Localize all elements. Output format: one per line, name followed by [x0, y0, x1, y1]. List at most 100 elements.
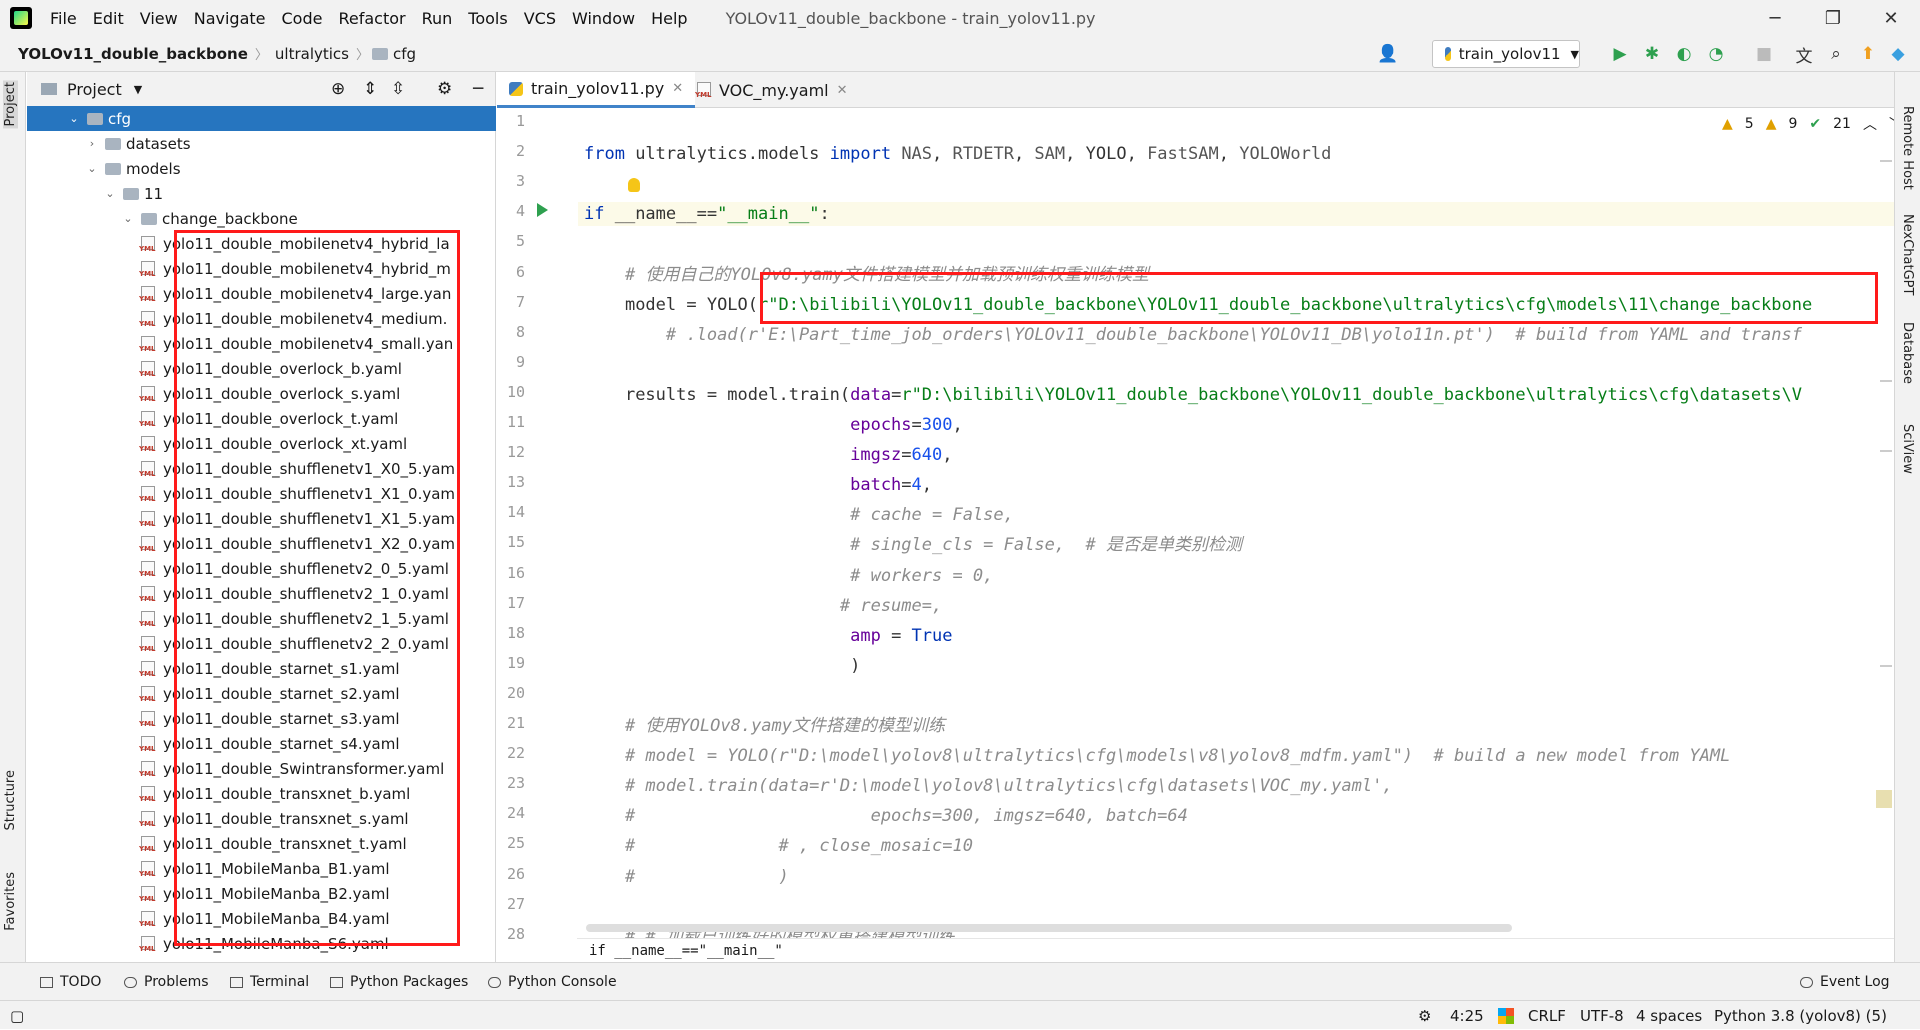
tree-folder[interactable]: ⌄ cfg	[27, 106, 496, 131]
user-icon[interactable]: 👤	[1376, 42, 1400, 66]
code-editor[interactable]: from ultralytics.models import NAS, RTDE…	[578, 108, 1894, 938]
error-stripe-mark[interactable]	[1880, 450, 1892, 452]
hide-panel-icon[interactable]: ─	[473, 79, 483, 99]
code-line[interactable]: )	[584, 654, 860, 678]
chevron-up-icon[interactable]: ︿	[1863, 114, 1877, 134]
python-console-tool-button[interactable]: Python Console	[488, 963, 617, 1001]
file-encoding[interactable]: UTF-8	[1580, 1001, 1624, 1030]
close-window-button[interactable]: ✕	[1868, 0, 1914, 36]
indent-setting[interactable]: 4 spaces	[1636, 1001, 1702, 1030]
menu-refactor[interactable]: Refactor	[330, 9, 413, 28]
inspection-widget[interactable]: ▲5 ▲9 ✔21 ︿ ﹀	[1722, 114, 1903, 134]
breadcrumb-cfg[interactable]: cfg	[393, 45, 420, 63]
code-line[interactable]: if __name__=="__main__":	[578, 202, 1894, 227]
chevron-down-icon[interactable]: ⌄	[67, 112, 81, 125]
menu-code[interactable]: Code	[274, 9, 331, 28]
code-line[interactable]: # .load(r'E:\Part_time_job_orders\YOLOv1…	[584, 323, 1802, 347]
code-line[interactable]: # epochs=300, imgsz=640, batch=64	[584, 804, 1188, 828]
remote-host-tool-tab[interactable]: Remote Host	[1900, 106, 1915, 190]
line-separator[interactable]: CRLF	[1528, 1001, 1566, 1030]
caret-position[interactable]: 4:25	[1450, 1001, 1484, 1030]
code-line[interactable]: # cache = False,	[584, 503, 1014, 527]
breadcrumb-ultralytics[interactable]: ultralytics	[271, 45, 353, 63]
menu-view[interactable]: View	[132, 9, 186, 28]
structure-tool-tab[interactable]: Structure	[3, 770, 18, 830]
stop-icon[interactable]: ■	[1752, 42, 1776, 66]
code-line[interactable]: # workers = 0,	[584, 564, 993, 588]
error-stripe-mark[interactable]	[1880, 380, 1892, 382]
menu-run[interactable]: Run	[414, 9, 461, 28]
code-line[interactable]: # single_cls = False, # 是否是单类别检测	[584, 533, 1242, 557]
code-line[interactable]: epochs=300,	[584, 413, 963, 437]
error-stripe-mark[interactable]	[1880, 665, 1892, 667]
code-line[interactable]: # model.train(data=r'D:\model\yolov8\ult…	[584, 774, 1393, 798]
database-tool-tab[interactable]: Database	[1900, 322, 1915, 384]
expand-all-icon[interactable]: ⇕	[363, 79, 377, 99]
menu-file[interactable]: File	[42, 9, 85, 28]
code-line[interactable]: from ultralytics.models import NAS, RTDE…	[584, 142, 1331, 166]
locate-icon[interactable]: ⊕	[331, 79, 345, 99]
translate-icon[interactable]: 文	[1792, 42, 1816, 67]
project-tool-tab[interactable]: Project	[3, 80, 18, 129]
tree-folder[interactable]: ⌄ change_backbone	[27, 206, 496, 231]
python-packages-tool-button[interactable]: Python Packages	[330, 963, 468, 1001]
breadcrumb-project[interactable]: YOLOv11_double_backbone	[14, 45, 252, 63]
menu-window[interactable]: Window	[564, 9, 643, 28]
menu-help[interactable]: Help	[643, 9, 695, 28]
chevron-down-icon[interactable]: ⌄	[121, 212, 135, 225]
code-line[interactable]: amp = True	[584, 624, 952, 648]
debug-icon[interactable]: ✱	[1640, 42, 1664, 66]
close-icon[interactable]: ✕	[837, 83, 848, 98]
problems-tool-button[interactable]: Problems	[124, 963, 209, 1001]
code-line[interactable]: imgsz=640,	[584, 443, 952, 467]
close-icon[interactable]: ✕	[672, 81, 683, 96]
chevron-down-icon[interactable]: ▼	[134, 83, 142, 96]
tab-train-yolov11[interactable]: train_yolov11.py ✕	[497, 72, 696, 108]
run-gutter-icon[interactable]	[537, 203, 548, 217]
code-line[interactable]: batch=4,	[584, 473, 932, 497]
tab-voc-my[interactable]: VOC_my.yaml ✕	[683, 72, 860, 108]
run-configuration-select[interactable]: train_yolov11 ▼	[1432, 40, 1580, 68]
todo-tool-button[interactable]: TODO	[40, 963, 101, 1001]
tree-folder[interactable]: ⌄ 11	[27, 181, 496, 206]
menu-vcs[interactable]: VCS	[516, 9, 564, 28]
code-line[interactable]: results = model.train(data=r"D:\bilibili…	[584, 383, 1802, 407]
event-log-button[interactable]: Event Log	[1800, 963, 1890, 1001]
code-line[interactable]: # )	[584, 865, 789, 889]
favorites-tool-tab[interactable]: Favorites	[3, 872, 18, 931]
search-icon[interactable]: ⌕	[1824, 42, 1848, 66]
nexchatgpt-tool-tab[interactable]: NexChatGPT	[1900, 214, 1915, 295]
code-line[interactable]: # 使用YOLOv8.yamy文件搭建的模型训练	[584, 714, 945, 738]
run-icon[interactable]: ▶	[1608, 42, 1632, 66]
minimize-button[interactable]: ─	[1752, 0, 1798, 36]
sciview-tool-tab[interactable]: SciView	[1900, 424, 1915, 474]
update-icon[interactable]: ⬆	[1856, 42, 1880, 66]
code-line[interactable]: # resume=,	[584, 594, 942, 618]
code-breadcrumb[interactable]: if __name__=="__main__"	[577, 938, 1894, 962]
menu-tools[interactable]: Tools	[460, 9, 515, 28]
editor-horizontal-scrollbar[interactable]	[586, 924, 1512, 932]
error-stripe-mark[interactable]	[1880, 160, 1892, 162]
git-icon[interactable]: ⚙	[1418, 1001, 1431, 1030]
terminal-tool-button[interactable]: Terminal	[230, 963, 309, 1001]
tree-folder[interactable]: › datasets	[27, 131, 496, 156]
tree-folder[interactable]: ⌄ models	[27, 156, 496, 181]
collapse-all-icon[interactable]: ⇳	[391, 79, 405, 99]
chevron-down-icon[interactable]: ⌄	[103, 187, 117, 200]
gear-icon[interactable]: ⚙	[437, 79, 452, 99]
menu-edit[interactable]: Edit	[85, 9, 132, 28]
layout-icon[interactable]: ▢	[10, 1001, 24, 1030]
profile-icon[interactable]: ◔	[1704, 42, 1728, 66]
plugin-icon[interactable]: ◆	[1886, 42, 1910, 66]
scroll-marker[interactable]	[1876, 790, 1892, 808]
menu-navigate[interactable]: Navigate	[186, 9, 274, 28]
code-line[interactable]: # model = YOLO(r"D:\model\yolov8\ultraly…	[584, 744, 1730, 768]
code-line[interactable]: # # , close_mosaic=10	[584, 834, 973, 858]
editor-gutter[interactable]: 1 2 3 4 5 6 7 8 9 10 11 12 13 14 15 16 17 18 19 20 21 22 23 24 2…	[497, 108, 577, 943]
python-interpreter[interactable]: Python 3.8 (yolov8) (5)	[1714, 1001, 1887, 1030]
coverage-icon[interactable]: ◐	[1672, 42, 1696, 66]
maximize-button[interactable]: ❐	[1810, 0, 1856, 36]
chevron-down-icon[interactable]: ⌄	[85, 162, 99, 175]
chevron-right-icon[interactable]: ›	[85, 137, 99, 150]
project-panel-title[interactable]: Project	[67, 80, 122, 99]
